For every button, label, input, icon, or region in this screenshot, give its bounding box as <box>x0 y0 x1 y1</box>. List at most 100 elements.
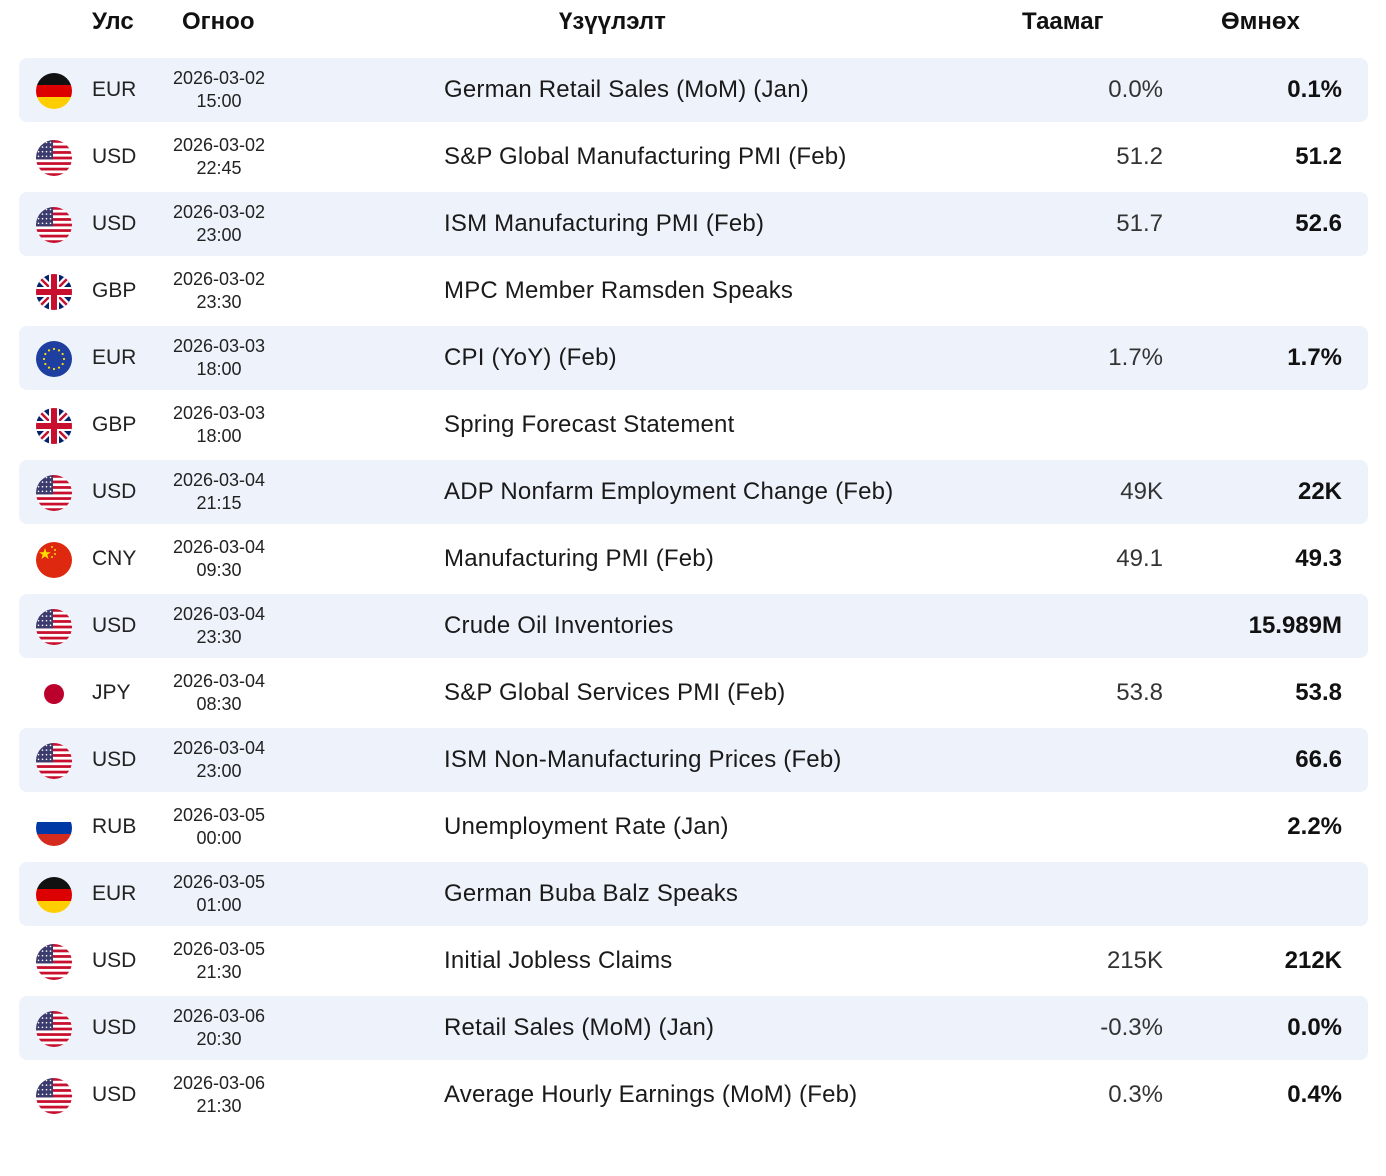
event-time: 21:30 <box>196 962 242 982</box>
previous-value: 0.4% <box>1287 1081 1342 1108</box>
event-name[interactable]: Unemployment Rate (Jan) <box>444 813 729 841</box>
event-time: 21:15 <box>196 493 242 513</box>
event-date: 2026-03-04 <box>172 604 266 624</box>
event-name[interactable]: ISM Manufacturing PMI (Feb) <box>444 210 764 238</box>
event-datetime: 2026-03-02 22:45 <box>158 134 280 180</box>
event-name[interactable]: CPI (YoY) (Feb) <box>444 344 617 372</box>
event-time: 23:30 <box>196 627 242 647</box>
currency-code: USD <box>92 480 137 503</box>
forecast-value: 49K <box>1120 478 1163 505</box>
event-time: 21:30 <box>196 1096 242 1116</box>
previous-value: 22K <box>1297 478 1342 505</box>
event-time: 08:30 <box>196 694 242 714</box>
usa-flag-icon <box>36 743 72 779</box>
column-header-previous: Өмнөх <box>1221 8 1300 35</box>
forecast-value: 51.2 <box>1116 143 1163 170</box>
previous-value: 49.3 <box>1295 545 1342 572</box>
table-row[interactable]: USD 2026-03-05 21:30 Initial Jobless Claims… <box>0 929 1386 996</box>
event-name[interactable]: German Retail Sales (MoM) (Jan) <box>444 76 809 104</box>
table-row[interactable]: USD 2026-03-04 23:00 ISM Non-Manufacturing … <box>0 728 1386 795</box>
event-name[interactable]: Spring Forecast Statement <box>444 411 734 439</box>
japan-flag-icon <box>36 676 72 712</box>
previous-value: 1.7% <box>1287 344 1342 371</box>
table-row[interactable]: USD 2026-03-04 23:30 Crude Oil Inventories 1… <box>0 594 1386 661</box>
event-date: 2026-03-04 <box>172 671 266 691</box>
currency-code: USD <box>92 212 137 235</box>
column-header-date: Огноо <box>182 8 255 35</box>
table-row[interactable]: USD 2026-03-04 21:15 ADP Nonfarm Employment… <box>0 460 1386 527</box>
germany-flag-icon <box>36 73 72 109</box>
event-name[interactable]: Retail Sales (MoM) (Jan) <box>444 1014 714 1042</box>
table-row[interactable]: JPY 2026-03-04 08:30 S&P Global Services PM… <box>0 661 1386 728</box>
event-name[interactable]: ADP Nonfarm Employment Change (Feb) <box>444 478 893 506</box>
usa-flag-icon <box>36 140 72 176</box>
event-datetime: 2026-03-03 18:00 <box>158 402 280 448</box>
table-row[interactable]: EUR 2026-03-02 15:00 German Retail Sales (M… <box>0 58 1386 125</box>
uk-flag-icon <box>36 408 72 444</box>
event-name[interactable]: S&P Global Manufacturing PMI (Feb) <box>444 143 847 171</box>
table-row[interactable]: EUR 2026-03-05 01:00 German Buba Balz Speak… <box>0 862 1386 929</box>
event-time: 23:00 <box>196 225 242 245</box>
event-time: 00:00 <box>196 828 242 848</box>
event-date: 2026-03-03 <box>172 336 266 356</box>
event-name[interactable]: Average Hourly Earnings (MoM) (Feb) <box>444 1081 857 1109</box>
previous-value: 52.6 <box>1295 210 1342 237</box>
event-name[interactable]: Crude Oil Inventories <box>444 612 674 640</box>
event-name[interactable]: German Buba Balz Speaks <box>444 880 738 908</box>
event-name[interactable]: ISM Non-Manufacturing Prices (Feb) <box>444 746 842 774</box>
event-name[interactable]: Manufacturing PMI (Feb) <box>444 545 714 573</box>
column-header-forecast: Таамаг <box>1022 8 1104 35</box>
table-row[interactable]: USD 2026-03-02 23:00 ISM Manufacturing PMI … <box>0 192 1386 259</box>
currency-code: GBP <box>92 279 137 302</box>
currency-code: EUR <box>92 346 137 369</box>
event-date: 2026-03-04 <box>172 537 266 557</box>
currency-code: USD <box>92 614 137 637</box>
forecast-value: 51.7 <box>1116 210 1163 237</box>
usa-flag-icon <box>36 207 72 243</box>
event-time: 23:00 <box>196 761 242 781</box>
event-time: 23:30 <box>196 292 242 312</box>
forecast-value: -0.3% <box>1100 1014 1163 1041</box>
event-time: 18:00 <box>196 359 242 379</box>
previous-value: 51.2 <box>1295 143 1342 170</box>
table-row[interactable]: GBP 2026-03-03 18:00 Spring Forecast Statem… <box>0 393 1386 460</box>
table-row[interactable]: CNY 2026-03-04 09:30 Manufacturing PMI (Feb… <box>0 527 1386 594</box>
event-date: 2026-03-02 <box>172 68 266 88</box>
table-row[interactable]: USD 2026-03-06 20:30 Retail Sales (MoM) (Ja… <box>0 996 1386 1063</box>
eu-flag-icon <box>36 341 72 377</box>
forecast-value: 49.1 <box>1116 545 1163 572</box>
event-datetime: 2026-03-05 00:00 <box>158 804 280 850</box>
currency-code: USD <box>92 1083 137 1106</box>
currency-code: CNY <box>92 547 137 570</box>
event-time: 20:30 <box>196 1029 242 1049</box>
event-datetime: 2026-03-04 09:30 <box>158 536 280 582</box>
previous-value: 15.989M <box>1248 612 1342 639</box>
table-row[interactable]: EUR 2026-03-03 18:00 CPI (YoY) (Feb) 1.7% 1.7… <box>0 326 1386 393</box>
currency-code: GBP <box>92 413 137 436</box>
germany-flag-icon <box>36 877 72 913</box>
table-row[interactable]: USD 2026-03-06 21:30 Average Hourly Earning… <box>0 1063 1386 1130</box>
previous-value: 66.6 <box>1295 746 1342 773</box>
forecast-value: 0.3% <box>1108 1081 1163 1108</box>
usa-flag-icon <box>36 944 72 980</box>
event-date: 2026-03-02 <box>172 269 266 289</box>
event-date: 2026-03-04 <box>172 738 266 758</box>
forecast-value: 215K <box>1106 947 1163 974</box>
event-name[interactable]: MPC Member Ramsden Speaks <box>444 277 793 305</box>
event-time: 22:45 <box>196 158 242 178</box>
event-date: 2026-03-06 <box>172 1073 266 1093</box>
forecast-value: 53.8 <box>1116 679 1163 706</box>
table-row[interactable]: RUB 2026-03-05 00:00 Unemployment Rate (Jan… <box>0 795 1386 862</box>
event-datetime: 2026-03-05 01:00 <box>158 871 280 917</box>
currency-code: USD <box>92 748 137 771</box>
event-date: 2026-03-05 <box>172 805 266 825</box>
event-datetime: 2026-03-06 20:30 <box>158 1005 280 1051</box>
currency-code: EUR <box>92 78 137 101</box>
event-name[interactable]: Initial Jobless Claims <box>444 947 672 975</box>
usa-flag-icon <box>36 609 72 645</box>
table-row[interactable]: GBP 2026-03-02 23:30 MPC Member Ramsden Spe… <box>0 259 1386 326</box>
uk-flag-icon <box>36 274 72 310</box>
event-name[interactable]: S&P Global Services PMI (Feb) <box>444 679 785 707</box>
table-row[interactable]: USD 2026-03-02 22:45 S&P Global Manufacturi… <box>0 125 1386 192</box>
event-date: 2026-03-05 <box>172 872 266 892</box>
